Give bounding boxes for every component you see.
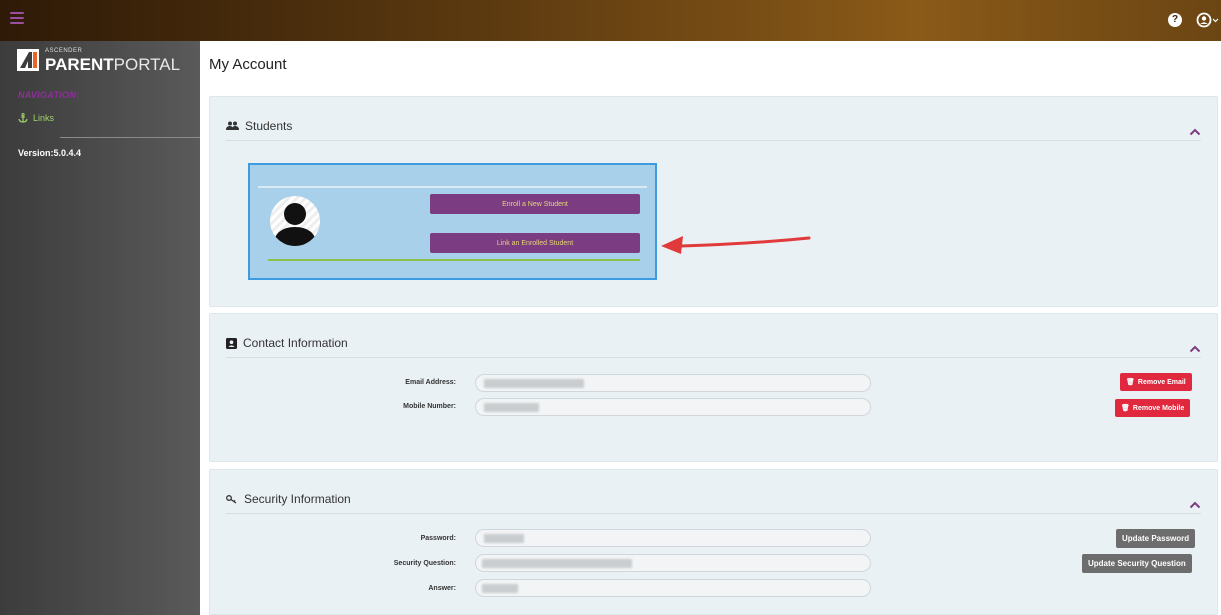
trash-icon: 🗑 [1126,379,1135,386]
answer-field[interactable] [475,579,871,597]
annotation-arrow [661,236,811,254]
ascender-parent-portal-logo[interactable]: ASCENDER PARENTPORTAL [17,47,192,75]
logo-subtitle: ASCENDER [45,48,83,54]
sidebar-item-links[interactable]: Links [18,113,54,123]
hamburger-menu-icon[interactable] [10,12,24,24]
security-question-label: Security Question: [393,560,456,567]
password-label: Password: [420,535,456,542]
email-address-field[interactable] [475,374,871,392]
collapse-chevron-icon[interactable] [1189,340,1201,353]
security-information-panel: Security Information Password: Update Pa… [209,469,1218,615]
sidebar-item-label: Links [33,113,55,123]
sidebar-divider [60,137,200,138]
panel-divider [226,513,1201,514]
collapse-chevron-icon[interactable] [1189,123,1201,136]
user-circle-icon[interactable] [1196,11,1221,29]
key-icon [226,495,237,504]
update-password-button[interactable]: Update Password [1116,529,1196,548]
contact-panel-header: Contact Information [226,336,348,350]
remove-email-button[interactable]: 🗑 Remove Email [1120,373,1192,391]
security-question-field[interactable] [475,554,871,572]
sidebar: ASCENDER PARENTPORTAL NAVIGATION: Links … [0,41,200,615]
card-divider [258,186,647,188]
students-panel-header: Students [226,119,292,133]
panel-divider [226,357,1201,358]
users-icon [226,121,239,130]
link-enrolled-student-button[interactable]: Link an Enrolled Student [430,233,640,253]
address-book-icon [226,337,237,349]
remove-mobile-button[interactable]: 🗑 Remove Mobile [1115,399,1191,417]
question-circle-icon[interactable]: ? [1168,13,1182,27]
student-card: Enroll a New Student Link an Enrolled St… [248,163,657,280]
answer-label: Answer: [428,585,456,592]
top-bar: ? [0,0,1221,41]
card-divider-green [268,259,640,261]
anchor-icon [18,113,28,123]
contact-information-panel: Contact Information Email Address: 🗑 Rem… [209,313,1218,462]
page-title: My Account [209,56,287,73]
contact-title: Contact Information [243,336,348,350]
ascender-logo-icon [17,49,39,71]
email-address-label: Email Address: [405,379,456,386]
password-field[interactable] [475,529,871,547]
panel-divider [226,140,1201,141]
navigation-heading: NAVIGATION: [18,90,80,100]
students-title: Students [245,119,293,133]
security-title: Security Information [244,492,351,506]
collapse-chevron-icon[interactable] [1189,496,1201,509]
security-panel-header: Security Information [226,492,351,506]
logo-title: PARENTPORTAL [45,55,181,74]
student-avatar-icon [270,196,320,246]
mobile-number-field[interactable] [475,398,871,416]
enroll-new-student-button[interactable]: Enroll a New Student [430,194,640,214]
version-label: Version:5.0.4.4 [18,148,82,158]
trash-icon: 🗑 [1121,405,1130,412]
mobile-number-label: Mobile Number: [403,403,456,410]
students-panel: Students Enroll a New Student Link an En… [209,96,1218,307]
update-security-question-button[interactable]: Update Security Question [1082,554,1192,573]
